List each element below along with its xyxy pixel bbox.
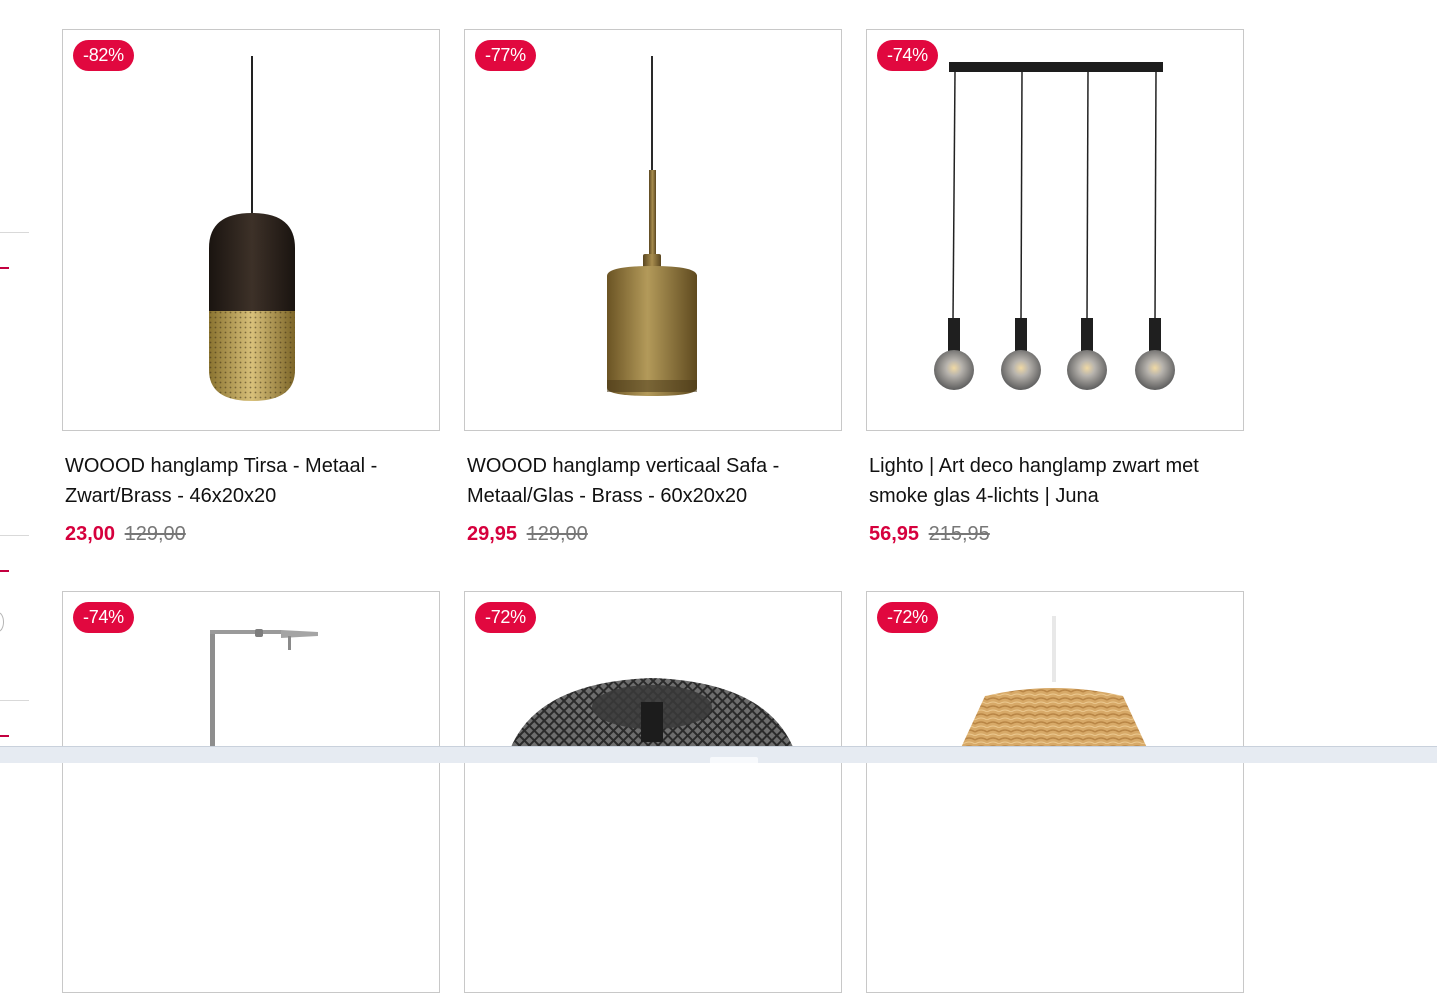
filter-divider [0,535,29,536]
price-block: 56,95 215,95 [869,519,1244,549]
discount-badge: -72% [475,602,536,633]
taskbar-item[interactable] [710,757,758,763]
bulb-group [934,71,1175,390]
product-card[interactable]: -72% [866,591,1244,993]
product-title-line: smoke glas 4-lichts | Juna [869,485,1099,507]
product-image-link[interactable]: -77% [464,29,842,431]
price-block: 29,95 129,00 [467,519,842,549]
product-image-link[interactable]: -82% [62,29,440,431]
product-card[interactable]: -82% WOOOD hanglamp Tirsa - Metaal - Zwa… [62,29,440,549]
product-image-link[interactable]: -74% [62,591,440,993]
filter-divider [0,232,29,233]
product-title-link[interactable]: WOOOD hanglamp verticaal Safa - Metaal/G… [467,451,841,511]
product-title-link[interactable]: Lighto | Art deco hanglamp zwart met smo… [869,451,1243,511]
sale-price: 29,95 [467,523,518,545]
product-image-link[interactable]: -74% [866,29,1244,431]
product-title-line: WOOOD hanglamp verticaal Safa - [467,455,780,477]
filter-slider-handle[interactable] [0,735,9,737]
price-block: 23,00 129,00 [65,519,440,549]
filter-divider [0,700,29,701]
product-image-link[interactable]: -72% [866,591,1244,993]
product-card[interactable]: -77% WOOOD hanglamp verticaal Safa - Met… [464,29,842,549]
original-price: 215,95 [928,523,990,545]
product-card[interactable]: -74% Lighto | Art deco hanglamp zwart me… [866,29,1244,549]
pendant-lamp-juna-image [934,62,1175,390]
taskbar [0,746,1437,763]
product-title-link[interactable]: WOOOD hanglamp Tirsa - Metaal - Zwart/Br… [65,451,439,511]
floor-lamp-image [210,629,318,760]
sale-price: 56,95 [869,523,920,545]
original-price: 129,00 [124,523,186,545]
discount-badge: -72% [877,602,938,633]
pendant-lamp-safa-image [607,56,697,396]
straw-pendant-lamp-image [959,616,1149,752]
filter-sidebar-edge [0,0,30,763]
product-title-line: Metaal/Glas - Brass - 60x20x20 [467,485,748,507]
discount-badge: -77% [475,40,536,71]
mesh-pendant-lamp-image [509,678,795,752]
filter-slider-handle[interactable] [0,570,9,572]
filter-slider-handle[interactable] [0,267,9,269]
product-card[interactable]: -72% [464,591,842,993]
product-title-line: Lighto | Art deco hanglamp zwart met [869,455,1199,477]
discount-badge: -74% [877,40,938,71]
discount-badge: -74% [73,602,134,633]
product-title-line: Zwart/Brass - 46x20x20 [65,485,277,507]
sale-price: 23,00 [65,523,116,545]
pendant-lamp-tirsa-image [209,56,295,401]
product-title-line: WOOOD hanglamp Tirsa - Metaal - [65,455,378,477]
discount-badge: -82% [73,40,134,71]
original-price: 129,00 [526,523,588,545]
product-image-link[interactable]: -72% [464,591,842,993]
product-card[interactable]: -74% [62,591,440,993]
filter-toggle-icon[interactable] [0,612,4,632]
